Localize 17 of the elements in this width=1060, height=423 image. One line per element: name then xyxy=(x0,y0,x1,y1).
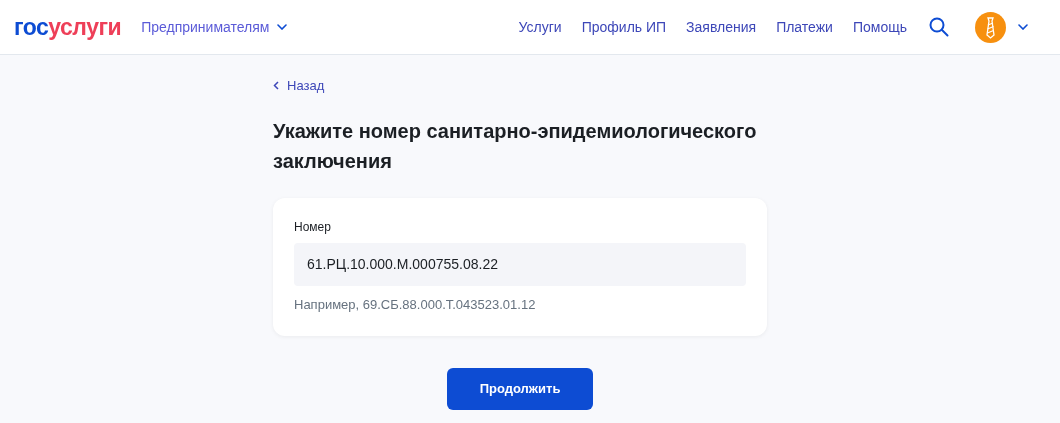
chevron-left-icon xyxy=(273,81,279,91)
continue-button[interactable]: Продолжить xyxy=(447,368,593,410)
nav-link[interactable]: Профиль ИП xyxy=(581,16,667,38)
field-label: Номер xyxy=(294,218,332,236)
audience-dropdown[interactable]: Предпринимателям xyxy=(141,16,288,38)
field-hint: Например, 69.СБ.88.000.Т.043523.01.12 xyxy=(294,295,537,314)
search-icon[interactable] xyxy=(929,17,949,37)
nav-link[interactable]: Услуги xyxy=(518,16,562,38)
back-link[interactable]: Назад xyxy=(273,76,767,96)
chevron-down-icon xyxy=(1018,24,1028,30)
nav-link[interactable]: Заявления xyxy=(686,16,757,38)
logo[interactable]: госуслуги xyxy=(14,15,122,39)
page-title: Укажите номер санитарно-эпидемиологического заключения xyxy=(273,118,758,174)
chevron-down-icon xyxy=(277,24,288,30)
nav-link[interactable]: Помощь xyxy=(852,16,907,38)
input-field[interactable]: 61.РЦ.10.000.М.000755.08.22 xyxy=(294,242,746,286)
nav-link[interactable]: Платежи xyxy=(776,16,833,38)
